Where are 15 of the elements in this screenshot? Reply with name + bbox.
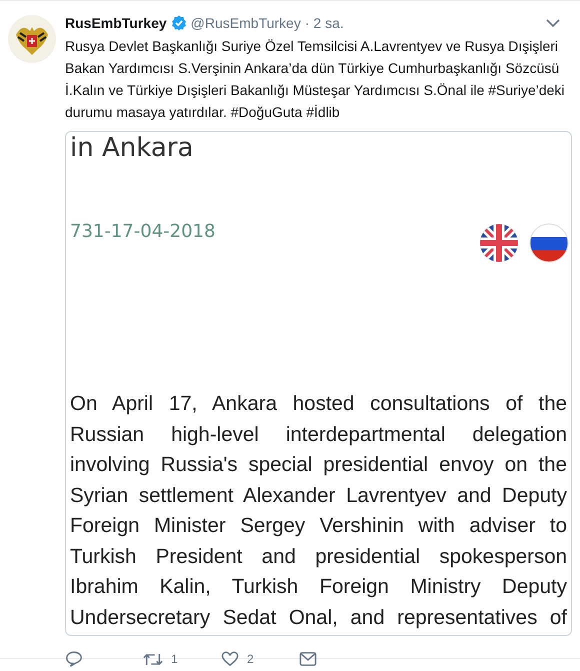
reply-icon[interactable]: [65, 650, 83, 668]
timestamp[interactable]: · 2 sa.: [304, 15, 344, 31]
retweet-count: 1: [171, 652, 178, 666]
user-handle[interactable]: @RusEmbTurkey: [190, 15, 301, 31]
document-heading: in Ankara: [69, 134, 194, 163]
document-number: 731-17-04-2018: [70, 221, 216, 242]
caret-icon[interactable]: [546, 19, 560, 27]
heart-icon[interactable]: [221, 651, 239, 667]
like-count: 2: [247, 652, 254, 666]
avatar[interactable]: [8, 15, 56, 63]
envelope-icon[interactable]: [299, 651, 317, 667]
tweet-text: Rusya Devlet Başkanlığı Suriye Özel Temsilcisi A.Lavrentyev ve Rusya Dışişleri Bakan Yardımcısı S.Verşinin Ankara’da dün Türkiye Cumhurbaşkanlığı Sözcüsü İ.Kalın ve Türkiye Dışişleri Bakanlığı Müsteşar Yardımcısı S.Önal ile #Suriye’deki durumu masaya yatırdılar. #DoğuGuta #İdlib: [65, 37, 566, 122]
document-image[interactable]: [65, 131, 572, 636]
display-name[interactable]: RusEmbTurkey: [65, 15, 167, 31]
document-text: On April 17, Ankara hosted consultations of the Russian high-level interdepartmental delegation involving Russia's special presidential envoy on the Syrian settlement Alexander Lavrentyev and Deputy Foreign Minister Sergey Vershinin with adviser to Turkish President and presidential spokesperson Ibrahim Kalin, Turkish Foreign Ministry Deputy Undersecretary Sedat Onal, and representatives of: [69, 391, 568, 630]
